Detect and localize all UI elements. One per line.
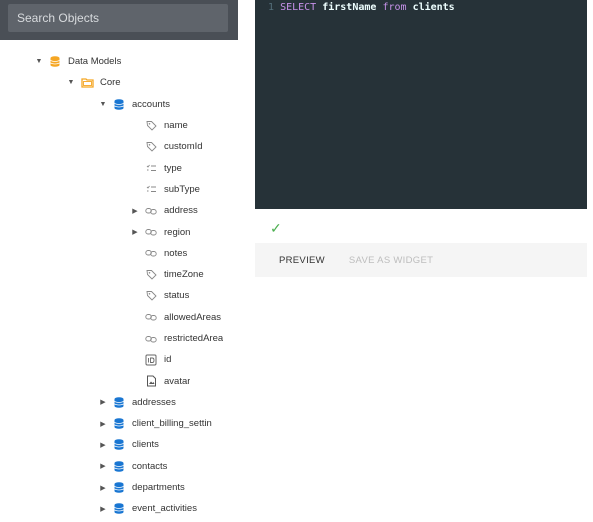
object-tree: ▼ Data Models ▼ Core ▼ accounts name customId ty… (0, 51, 238, 520)
sql-field: firstName (322, 2, 377, 13)
table-blue-icon (112, 481, 126, 495)
sql-keyword-select: SELECT (280, 2, 317, 13)
search-input[interactable] (8, 4, 228, 32)
caret-right-icon[interactable]: ▶ (98, 420, 108, 428)
table-blue-icon (112, 395, 126, 409)
tree-item-label: Data Models (68, 56, 122, 68)
result-tabs: PREVIEW SAVE AS WIDGET (255, 243, 587, 277)
tree-item-label: addresses (132, 396, 176, 408)
tree-item-label: allowedAreas (164, 311, 222, 323)
caret-down-icon[interactable]: ▼ (34, 58, 44, 65)
tree-item[interactable]: notes (0, 243, 238, 264)
tree-item-label: subType (164, 183, 200, 195)
tab-preview[interactable]: PREVIEW (279, 255, 325, 266)
sql-keyword-from: from (382, 2, 407, 13)
tag-icon (144, 289, 158, 303)
list-icon (144, 161, 158, 175)
tree-item[interactable]: ▶ client_billing_settin (0, 413, 238, 434)
sql-table: clients (412, 2, 455, 13)
tree-item-label: customId (164, 141, 203, 153)
tree-item[interactable]: customId (0, 136, 238, 157)
tree-item[interactable]: ▶ address (0, 200, 238, 221)
tree-item-label: departments (132, 482, 185, 494)
link-icon (144, 204, 158, 218)
tag-icon (144, 140, 158, 154)
tree-item-label: event_activities (132, 503, 197, 515)
table-blue-icon (112, 459, 126, 473)
tree-item-label: contacts (132, 460, 168, 472)
caret-right-icon[interactable]: ▶ (98, 398, 108, 406)
tree-item-label: timeZone (164, 269, 204, 281)
folder-icon (80, 76, 94, 90)
id-icon (144, 353, 158, 367)
table-blue-icon (112, 97, 126, 111)
caret-right-icon[interactable]: ▶ (98, 484, 108, 492)
tree-item-label: Core (100, 77, 121, 89)
tree-item[interactable]: type (0, 157, 238, 178)
tree-item-label: type (164, 162, 182, 174)
tree-item[interactable]: allowedAreas (0, 307, 238, 328)
tree-item-label: address (164, 205, 198, 217)
caret-right-icon[interactable]: ▶ (98, 441, 108, 449)
tree-item-label: notes (164, 247, 188, 259)
sql-editor[interactable]: 1 SELECT firstName from clients (255, 0, 587, 209)
object-explorer: ▼ Data Models ▼ Core ▼ accounts name customId ty… (0, 0, 238, 522)
tree-item[interactable]: ▶ addresses (0, 392, 238, 413)
tree-item[interactable]: subType (0, 179, 238, 200)
tree-item-label: clients (132, 439, 159, 451)
table-blue-icon (112, 417, 126, 431)
caret-right-icon[interactable]: ▶ (98, 462, 108, 470)
line-number: 1 (268, 2, 275, 13)
tree-item-label: status (164, 290, 190, 302)
caret-right-icon[interactable]: ▶ (130, 207, 140, 215)
tree-item[interactable]: ▶ event_activities (0, 498, 238, 519)
database-orange-icon (48, 55, 62, 69)
tree-item-label: name (164, 120, 188, 132)
tree-item-label: accounts (132, 98, 171, 110)
tab-save-as-widget[interactable]: SAVE AS WIDGET (349, 255, 433, 266)
tree-item-label: restrictedArea (164, 333, 224, 344)
caret-right-icon[interactable]: ▶ (130, 228, 140, 236)
tag-icon (144, 119, 158, 133)
tree-item[interactable]: ▶ region (0, 221, 238, 242)
table-blue-icon (112, 438, 126, 452)
link-icon (144, 310, 158, 324)
tree-item-label: client_billing_settin (132, 418, 212, 430)
search-bar (0, 0, 238, 40)
tree-item[interactable]: status (0, 285, 238, 306)
tree-item[interactable]: ▼ Data Models (0, 51, 238, 72)
tree-item-label: id (164, 354, 172, 366)
tree-item[interactable]: ▶ departments (0, 477, 238, 498)
tree-item[interactable]: ▼ accounts (0, 94, 238, 115)
tree-item-label: region (164, 226, 191, 238)
tree-item[interactable]: restrictedArea (0, 328, 238, 349)
caret-right-icon[interactable]: ▶ (98, 505, 108, 513)
image-icon (144, 374, 158, 388)
tree-item[interactable]: ▶ clients (0, 434, 238, 455)
tree-item[interactable]: id (0, 349, 238, 370)
link-icon (144, 332, 158, 346)
link-icon (144, 246, 158, 260)
link-icon (144, 225, 158, 239)
tree-item[interactable]: timeZone (0, 264, 238, 285)
code-line-1[interactable]: 1 SELECT firstName from clients (268, 2, 455, 13)
caret-down-icon[interactable]: ▼ (98, 101, 108, 108)
table-blue-icon (112, 502, 126, 516)
list-icon (144, 182, 158, 196)
tree-item[interactable]: ▶ contacts (0, 456, 238, 477)
tree-item[interactable]: ▼ Core (0, 72, 238, 93)
tree-item[interactable]: name (0, 115, 238, 136)
checkmark-icon: ✓ (270, 220, 282, 236)
tree-item[interactable]: avatar (0, 370, 238, 391)
tag-icon (144, 268, 158, 282)
tree-item-label: avatar (164, 375, 191, 387)
caret-down-icon[interactable]: ▼ (66, 79, 76, 86)
